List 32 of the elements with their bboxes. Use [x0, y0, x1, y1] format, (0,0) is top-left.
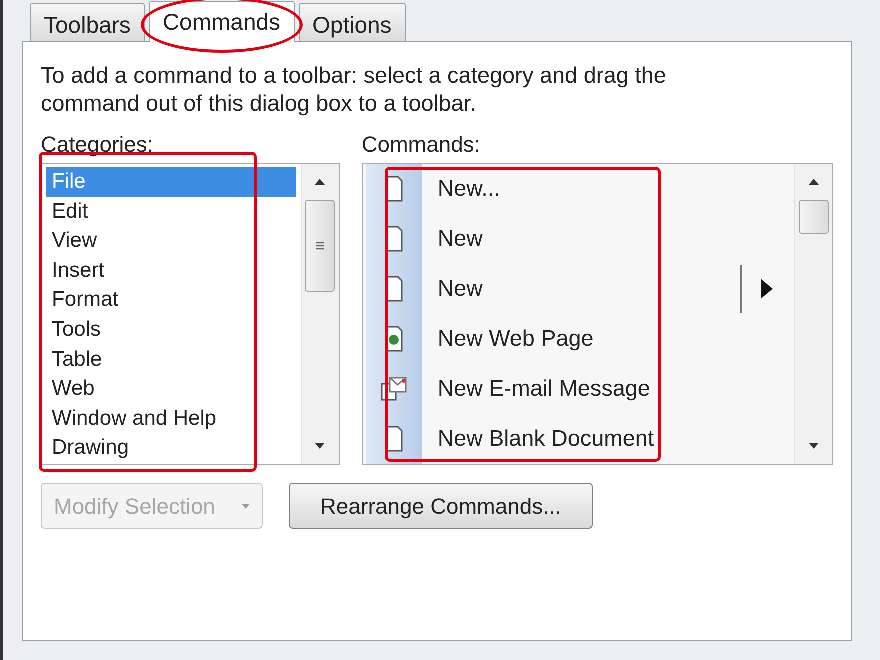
command-item[interactable]: New — [422, 272, 483, 306]
category-item[interactable]: Insert — [46, 256, 297, 286]
scroll-down-icon — [808, 441, 820, 451]
category-item[interactable]: Drawing — [46, 433, 297, 463]
commands-label: Commands: — [362, 131, 482, 159]
grip-icon — [315, 242, 326, 250]
scroll-up-icon — [314, 177, 326, 187]
command-item[interactable]: New E-mail Message — [422, 372, 650, 406]
command-item[interactable]: New Blank Document — [422, 422, 654, 456]
command-item[interactable]: New Web Page — [422, 322, 594, 356]
instructions-text: To add a command to a toolbar: select a category and drag the command out of this dialog box to a toolbar. — [41, 62, 668, 118]
scrollbar-thumb[interactable] — [305, 200, 336, 292]
categories-label: Categories: — [41, 131, 155, 159]
scrollbar-thumb[interactable] — [798, 200, 828, 234]
category-item[interactable]: Edit — [46, 196, 297, 226]
category-item[interactable]: View — [46, 226, 297, 256]
caret-icon — [242, 504, 250, 508]
category-item[interactable]: Format — [46, 285, 297, 315]
category-item[interactable]: Window and Help — [46, 404, 297, 434]
scroll-up-icon — [808, 177, 820, 187]
submenu-arrow-icon — [760, 278, 774, 300]
envelope-icon — [380, 376, 408, 402]
category-item[interactable]: Table — [46, 344, 297, 374]
scroll-down-icon — [314, 441, 326, 451]
push-button[interactable]: Rearrange Commands... — [289, 483, 593, 529]
command-item[interactable]: New... — [422, 172, 500, 206]
tab[interactable]: Options — [298, 3, 406, 41]
category-item[interactable]: Web — [46, 374, 297, 404]
tab[interactable]: Toolbars — [30, 3, 145, 41]
category-item[interactable]: Tools — [46, 314, 297, 345]
tab[interactable]: Commands — [148, 1, 295, 42]
command-item[interactable]: New — [422, 222, 483, 256]
